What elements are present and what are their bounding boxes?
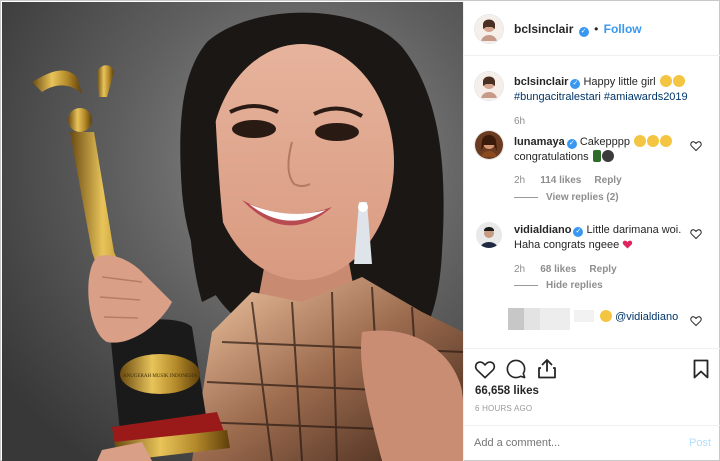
post-sidebar: bclsinclair ✓ • Follow bclsinclair ✓ Happ…	[463, 2, 720, 461]
add-comment-bar: Post	[464, 425, 720, 461]
like-count[interactable]: 66,658 likes	[475, 385, 539, 397]
comment-text: Little darimana woi.	[586, 224, 682, 236]
comment-icon[interactable]	[506, 359, 526, 379]
heart-outline-icon[interactable]	[690, 140, 702, 152]
caption-text: Happy little girl	[583, 76, 656, 88]
emoji-smile-icon	[659, 75, 672, 87]
verified-icon: ✓	[566, 139, 577, 149]
emoji-heart-eyes-icon	[634, 135, 647, 147]
reply-mention[interactable]: @vidialdiano	[615, 311, 678, 323]
comment-meta-lunamaya: 2h 114 likes Reply	[514, 174, 622, 186]
blurred-reply-block	[574, 310, 594, 322]
heart-outline-icon[interactable]	[690, 228, 702, 240]
follow-button[interactable]: Follow	[604, 22, 642, 36]
blurred-reply-avatar	[508, 308, 540, 330]
hide-replies-toggle[interactable]: Hide replies	[514, 280, 603, 291]
header-separator: •	[594, 22, 599, 36]
comment-username[interactable]: vidialdiano	[514, 224, 571, 236]
comment-text-line2: congratulations	[514, 151, 589, 163]
comment-vidialdiano: vidialdiano ✓ Little darimana woi. Haha c…	[514, 223, 694, 253]
caption-age: 6h	[514, 116, 526, 127]
emoji-laugh-icon	[600, 310, 612, 322]
post-timestamp: 6 HOURS AGO	[475, 404, 533, 413]
comment-username[interactable]: lunamaya	[514, 136, 565, 148]
comment-likes[interactable]: 68 likes	[540, 264, 576, 275]
emoji-party-icon	[601, 150, 614, 162]
reply-button[interactable]: Reply	[589, 264, 616, 275]
caption-avatar[interactable]	[474, 71, 504, 101]
comment-meta-vidialdiano: 2h 68 likes Reply	[514, 263, 617, 275]
caption-hashtags[interactable]: #bungacitralestari #amiawards2019	[514, 91, 688, 103]
add-comment-input[interactable]	[474, 434, 664, 452]
comment-avatar-lunamaya[interactable]	[474, 130, 504, 160]
comment-text: Cakepppp	[579, 136, 630, 148]
comment-avatar-vidialdiano[interactable]	[476, 222, 502, 248]
comment-likes[interactable]: 114 likes	[540, 175, 581, 186]
emoji-grin-icon	[672, 75, 685, 87]
post-header: bclsinclair ✓ • Follow	[464, 2, 720, 56]
blurred-reply-username	[540, 308, 570, 330]
heart-icon[interactable]	[474, 359, 496, 379]
post-header-line: bclsinclair ✓ • Follow	[514, 22, 642, 37]
reply-button[interactable]: Reply	[594, 175, 621, 186]
post-photo[interactable]: ANUGERAH MUSIK INDONESIA	[2, 2, 463, 461]
replies-dash	[514, 284, 538, 286]
trophy-plaque-text: ANUGERAH MUSIK INDONESIA	[123, 374, 197, 379]
avatar-image	[475, 15, 503, 43]
verified-icon: ✓	[573, 227, 584, 237]
hide-replies-label: Hide replies	[546, 280, 603, 291]
verified-icon: ✓	[570, 79, 581, 89]
emoji-heart-eyes-icon	[647, 135, 660, 147]
share-icon[interactable]	[537, 358, 557, 379]
view-replies-toggle[interactable]: View replies (2)	[514, 192, 619, 203]
photo-illustration: ANUGERAH MUSIK INDONESIA	[2, 2, 463, 461]
avatar-image	[475, 72, 503, 100]
heart-outline-icon[interactable]	[690, 315, 702, 327]
post-button[interactable]: Post	[689, 437, 711, 449]
post-frame: ANUGERAH MUSIK INDONESIA bclsinclair ✓ •…	[0, 0, 720, 461]
replies-dash	[514, 196, 538, 198]
avatar-image	[475, 131, 503, 159]
bookmark-icon[interactable]	[693, 359, 709, 379]
author-username[interactable]: bclsinclair	[514, 22, 573, 36]
comment-text-line2: Haha congrats ngeee	[514, 239, 620, 251]
author-avatar[interactable]	[474, 14, 504, 44]
caption: bclsinclair ✓ Happy little girl #bungacit…	[514, 75, 714, 105]
comment-age: 2h	[514, 175, 526, 186]
verified-icon: ✓	[578, 27, 589, 37]
comment-age: 2h	[514, 264, 526, 275]
red-heart-emoji-icon	[623, 240, 633, 249]
view-replies-label: View replies (2)	[546, 192, 619, 203]
caption-username[interactable]: bclsinclair	[514, 76, 568, 88]
comment-lunamaya: lunamaya ✓ Cakepppp congratulations	[514, 135, 694, 165]
reply-comment: @vidialdiano	[599, 310, 678, 325]
avatar-image	[476, 222, 502, 248]
emoji-champagne-icon	[592, 150, 601, 162]
emoji-heart-eyes-icon	[660, 135, 673, 147]
